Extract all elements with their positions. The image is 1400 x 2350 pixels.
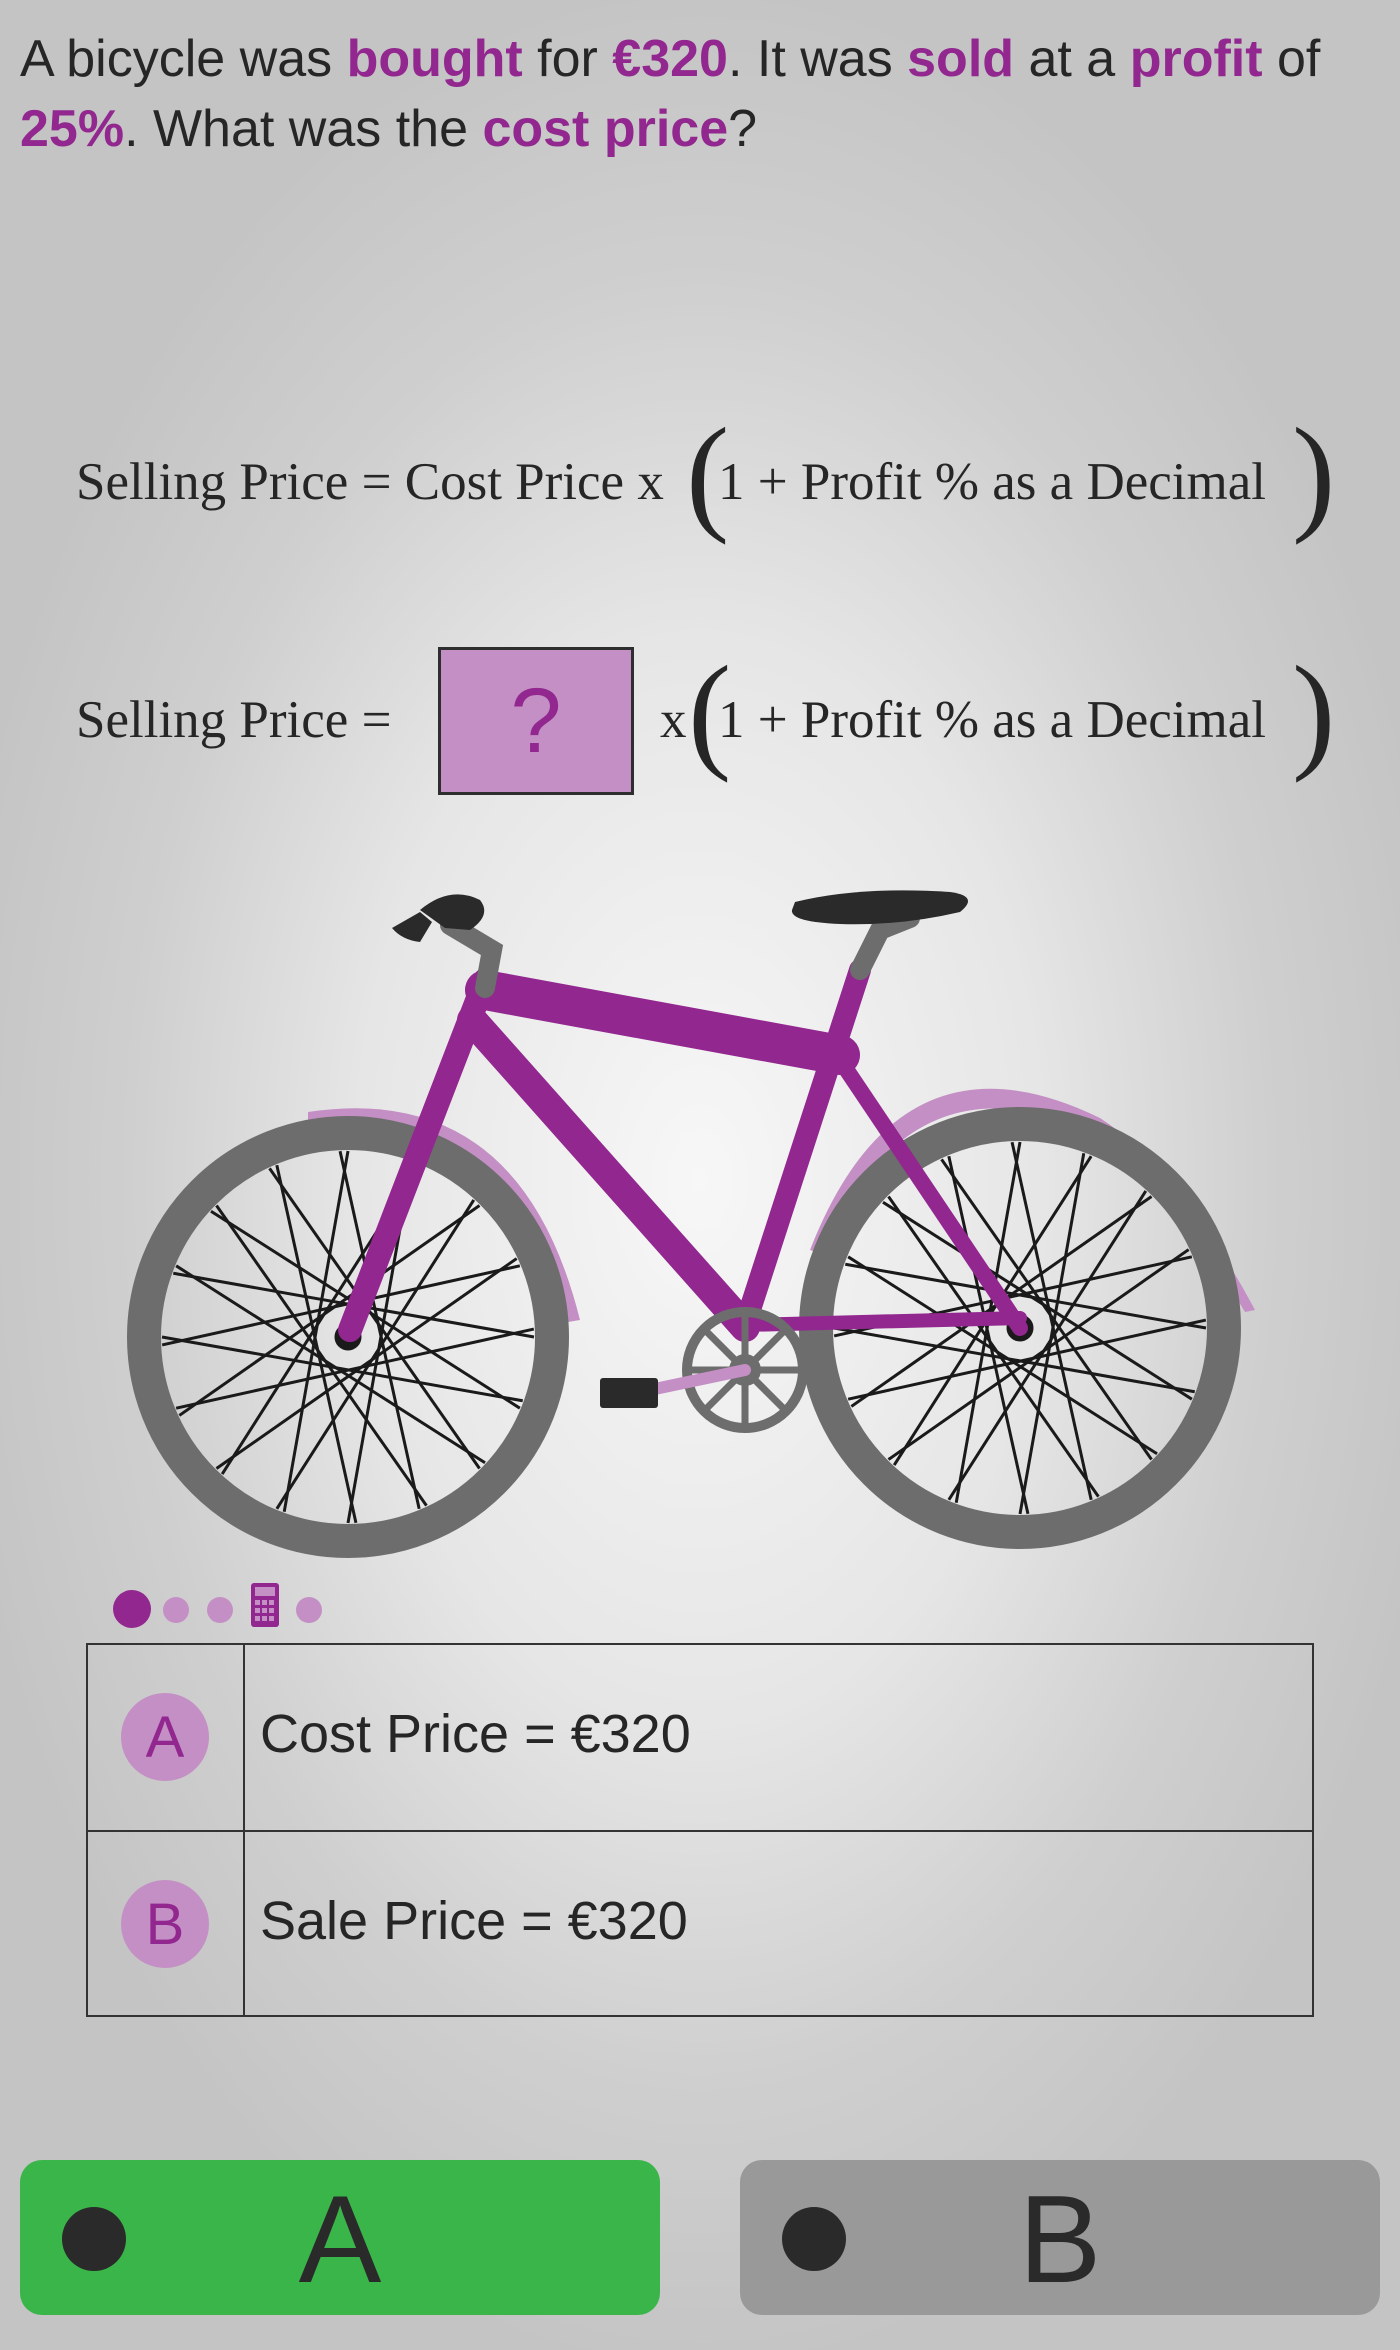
question-highlight: €320 [612, 30, 728, 88]
option-letter-cell: A [88, 1645, 245, 1830]
question-text: A bicycle was bought for €320. It was so… [20, 24, 1380, 164]
question-highlight: 25% [20, 100, 125, 158]
option-text-b: Sale Price = €320 [260, 1891, 688, 1951]
option-letter-cell: B [88, 1832, 245, 2017]
answer-label-b: B [1018, 2171, 1102, 2309]
formula-close-paren: ) [1292, 402, 1336, 546]
question-part: A bicycle was [20, 30, 347, 88]
option-row-b: B Sale Price = €320 [88, 1830, 1312, 2017]
formula-inner: 1 + Profit % as a Decimal [718, 691, 1266, 749]
saddle [791, 890, 968, 925]
pager-dot[interactable] [163, 1597, 189, 1623]
formula-substituted: Selling Price = x ( 1 + Profit % as a De… [76, 647, 1336, 777]
option-badge-a: A [121, 1693, 209, 1781]
options-table: A Cost Price = €320 B Sale Price = €320 [86, 1643, 1314, 2017]
calculator-icon[interactable] [250, 1582, 280, 1628]
answer-button-b[interactable]: B [740, 2160, 1380, 2315]
question-part: of [1262, 30, 1321, 88]
formula-inner: 1 + Profit % as a Decimal [718, 453, 1266, 511]
question-part: ? [728, 100, 758, 158]
bicycle-illustration [127, 890, 1255, 1558]
pager-dot-active[interactable] [113, 1590, 151, 1628]
answer-label-a: A [298, 2171, 382, 2309]
option-badge-b: B [121, 1880, 209, 1968]
question-highlight: cost price [482, 100, 729, 158]
pager-dot[interactable] [207, 1597, 233, 1623]
answer-button-a[interactable]: A [20, 2160, 660, 2315]
question-highlight: bought [346, 30, 523, 88]
progress-pager [108, 1580, 348, 1630]
question-part: at a [1014, 30, 1130, 88]
unknown-value-box[interactable]: ? [438, 647, 634, 795]
question-highlight: sold [907, 30, 1015, 88]
brake-lever [392, 912, 432, 942]
question-highlight: profit [1129, 30, 1263, 88]
formula-times: x [660, 691, 687, 749]
formula-lhs: Selling Price = [76, 691, 392, 749]
pedal [600, 1378, 658, 1408]
formula-close-paren: ) [1292, 640, 1336, 784]
question-part: for [522, 30, 613, 88]
seat-post [850, 908, 920, 980]
option-text-a: Cost Price = €320 [260, 1704, 691, 1764]
unknown-symbol: ? [510, 669, 562, 772]
question-part: . It was [727, 30, 908, 88]
pager-dot[interactable] [296, 1597, 322, 1623]
formula-general: Selling Price = Cost Price x ( 1 + Profi… [76, 409, 1336, 539]
option-row-a: A Cost Price = €320 [88, 1645, 1312, 1830]
formula-lhs: Selling Price = Cost Price x [76, 453, 664, 511]
question-part: . What was the [124, 100, 483, 158]
